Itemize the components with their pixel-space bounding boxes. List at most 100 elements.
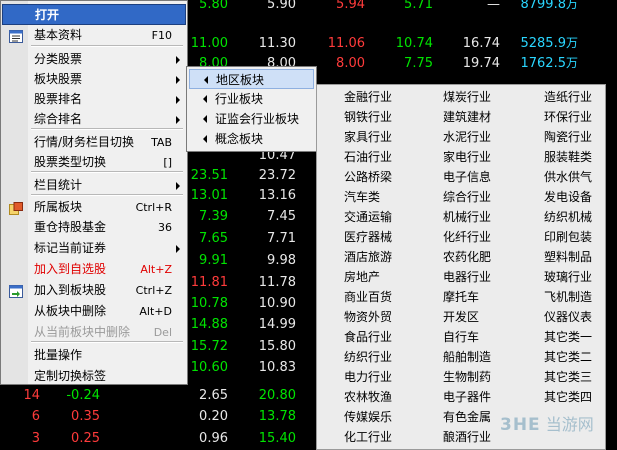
industry-item[interactable]: 传媒娱乐 (344, 407, 392, 427)
industry-item[interactable]: 船舶制造 (443, 347, 491, 367)
menu-separator (31, 45, 183, 47)
industry-item[interactable]: 电子器件 (443, 387, 491, 407)
menu-item[interactable]: 行情/财务栏目切换 TAB (2, 132, 186, 153)
menu-item[interactable]: 所属板块 Ctrl+R (2, 197, 186, 218)
vertical-scrollbar[interactable] (606, 0, 617, 450)
menu-item-label: 栏目统计 (34, 178, 83, 192)
industry-item[interactable]: 汽车类 (344, 187, 380, 207)
industry-item[interactable]: 摩托车 (443, 287, 479, 307)
submenu-item[interactable]: 地区板块 (189, 69, 314, 89)
industry-item[interactable]: 酒店旅游 (344, 247, 392, 267)
industry-item[interactable]: 化工行业 (344, 427, 392, 447)
menu-item-label: 分类股票 (34, 52, 83, 66)
menu-item[interactable]: 综合排名 (2, 109, 186, 130)
industry-item[interactable]: 仪器仪表 (544, 307, 592, 327)
industry-item[interactable]: 陶瓷行业 (544, 127, 592, 147)
submenu-arrow-icon (176, 116, 180, 124)
industry-item[interactable]: 家具行业 (344, 127, 392, 147)
industry-item[interactable]: 电子信息 (443, 167, 491, 187)
industry-item[interactable]: 煤炭行业 (443, 87, 491, 107)
block-stock-submenu: 地区板块行业板块证监会行业板块概念板块 (186, 66, 317, 152)
industry-item[interactable]: 钢铁行业 (344, 107, 392, 127)
quote-cell: 15.40 (258, 431, 296, 446)
quote-cell: 5.71 (404, 0, 433, 12)
industry-item[interactable]: 生物制药 (443, 367, 491, 387)
industry-item[interactable]: 开发区 (443, 307, 479, 327)
industry-item[interactable]: 其它类二 (544, 347, 592, 367)
menu-item[interactable]: 重仓持股基金 36 (2, 217, 186, 238)
menu-item-shortcut: TAB (151, 136, 172, 149)
industry-item[interactable]: 印刷包装 (544, 227, 592, 247)
industry-item[interactable]: 公路桥梁 (344, 167, 392, 187)
industry-item[interactable]: 机械行业 (443, 207, 491, 227)
industry-item[interactable]: 建筑建材 (443, 107, 491, 127)
menu-item-label: 重仓持股基金 (34, 220, 107, 234)
menu-item[interactable]: 股票排名 (2, 89, 186, 110)
industry-item[interactable]: 石油行业 (344, 147, 392, 167)
industry-item[interactable]: 其它类四 (544, 387, 592, 407)
menu-item[interactable]: 定制切换标签 (2, 366, 186, 387)
industry-item[interactable]: 综合行业 (443, 187, 491, 207)
industry-item[interactable]: 食品行业 (344, 327, 392, 347)
menu-item[interactable]: 基本资料 F10 (2, 25, 186, 46)
industry-item[interactable]: 造纸行业 (544, 87, 592, 107)
quote-cell: 23.72 (258, 168, 296, 183)
industry-item[interactable]: 发电设备 (544, 187, 592, 207)
menu-item[interactable]: 板块股票 (2, 69, 186, 90)
quote-cell: 16.74 (462, 36, 500, 51)
submenu-left-arrow-icon (203, 95, 207, 103)
submenu-left-arrow-icon (203, 135, 207, 143)
submenu-item-label: 地区板块 (216, 73, 265, 87)
industry-item[interactable]: 自行车 (443, 327, 479, 347)
submenu-item-label: 证监会行业板块 (215, 112, 300, 126)
menu-item[interactable]: 从板块中删除 Alt+D (2, 301, 186, 322)
menu-item[interactable]: 加入到板块股 Ctrl+Z (2, 280, 186, 301)
industry-item[interactable]: 农药化肥 (443, 247, 491, 267)
industry-item[interactable]: 化纤行业 (443, 227, 491, 247)
industry-item[interactable]: 塑料制品 (544, 247, 592, 267)
menu-item-label: 行情/财务栏目切换 (34, 135, 135, 149)
industry-item[interactable]: 环保行业 (544, 107, 592, 127)
industry-item[interactable]: 商业百货 (344, 287, 392, 307)
industry-item[interactable]: 水泥行业 (443, 127, 491, 147)
industry-item[interactable]: 其它类三 (544, 367, 592, 387)
quote-cell: 0.25 (71, 431, 100, 446)
industry-item[interactable]: 纺织机械 (544, 207, 592, 227)
menu-item[interactable]: 栏目统计 (2, 175, 186, 196)
submenu-arrow-icon (176, 56, 180, 64)
menu-item: 从当前板块中删除 Del (2, 322, 186, 343)
menu-item[interactable]: 股票类型切换 [] (2, 152, 186, 173)
industry-item[interactable]: 金融行业 (344, 87, 392, 107)
menu-item-label: 加入到板块股 (34, 283, 107, 297)
menu-item[interactable]: 打开 (2, 4, 186, 25)
menu-item-label: 板块股票 (34, 72, 83, 86)
industry-item[interactable]: 玻璃行业 (544, 267, 592, 287)
submenu-item[interactable]: 概念板块 (189, 129, 314, 149)
industry-item[interactable]: 电器行业 (443, 267, 491, 287)
industry-item[interactable]: 物资外贸 (344, 307, 392, 327)
submenu-left-arrow-icon (204, 76, 208, 84)
quote-cell: 5.90 (267, 0, 296, 12)
industry-item[interactable]: 有色金属 (443, 407, 491, 427)
menu-item[interactable]: 标记当前证券 (2, 238, 186, 259)
industry-item[interactable]: 家电行业 (443, 147, 491, 167)
industry-item[interactable]: 电力行业 (344, 367, 392, 387)
menu-item[interactable]: 加入到自选股 Alt+Z (2, 259, 186, 280)
industry-item[interactable]: 其它类一 (544, 327, 592, 347)
submenu-item[interactable]: 证监会行业板块 (189, 109, 314, 129)
menu-item-label: 从当前板块中删除 (34, 325, 131, 339)
industry-item[interactable]: 服装鞋类 (544, 147, 592, 167)
industry-item[interactable]: 飞机制造 (544, 287, 592, 307)
industry-item[interactable]: 纺织行业 (344, 347, 392, 367)
industry-item[interactable]: 房地产 (344, 267, 380, 287)
menu-item[interactable]: 批量操作 (2, 345, 186, 366)
industry-item[interactable]: 医疗器械 (344, 227, 392, 247)
industry-item[interactable]: 供水供气 (544, 167, 592, 187)
industry-item[interactable]: 酿酒行业 (443, 427, 491, 447)
submenu-item-label: 行业板块 (215, 92, 264, 106)
submenu-item[interactable]: 行业板块 (189, 89, 314, 109)
watermark: 3HE 当游网 (500, 410, 612, 440)
industry-item[interactable]: 农林牧渔 (344, 387, 392, 407)
menu-item[interactable]: 分类股票 (2, 49, 186, 70)
industry-item[interactable]: 交通运输 (344, 207, 392, 227)
